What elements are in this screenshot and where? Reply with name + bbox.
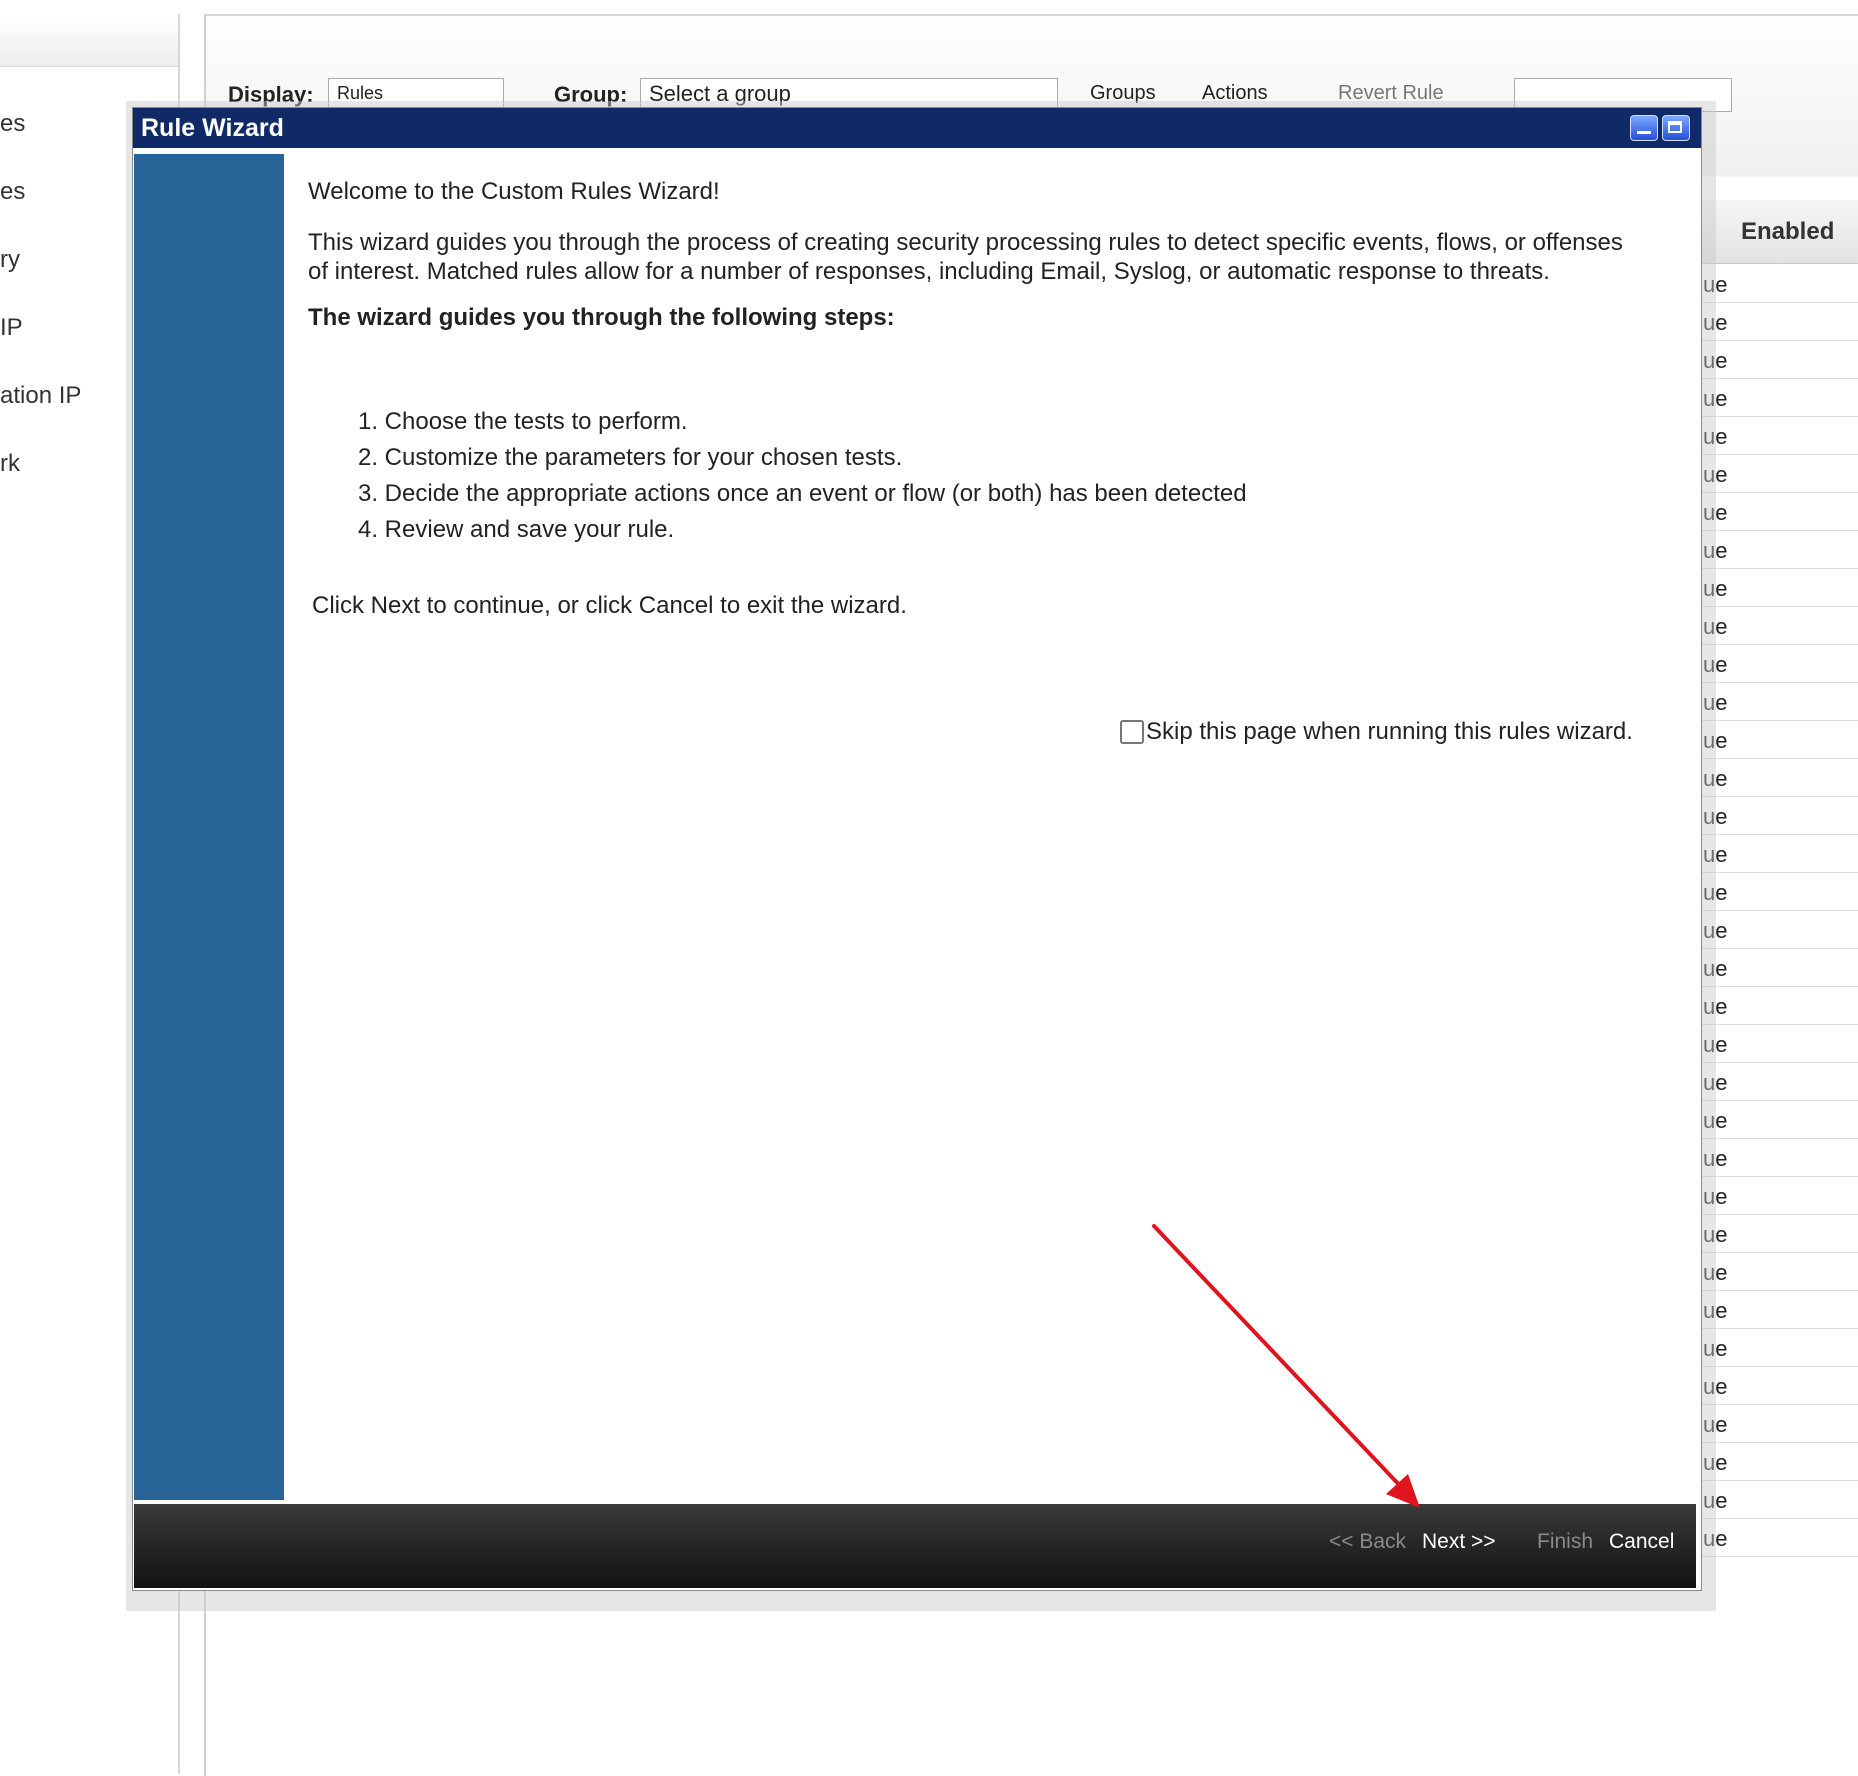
step-item: 4. Review and save your rule. — [358, 516, 675, 543]
table-row[interactable]: ue — [1701, 722, 1858, 759]
next-button[interactable]: Next >> — [1422, 1530, 1496, 1554]
maximize-icon[interactable] — [1662, 115, 1690, 141]
table-row[interactable]: ue — [1701, 1406, 1858, 1443]
finish-button[interactable]: Finish — [1537, 1530, 1593, 1554]
table-row[interactable]: ue — [1701, 798, 1858, 835]
table-row[interactable]: ue — [1701, 456, 1858, 493]
table-row[interactable]: ue — [1701, 304, 1858, 341]
background-sidebar-item[interactable]: ry — [0, 246, 20, 274]
table-row[interactable]: ue — [1701, 1140, 1858, 1177]
step-item: 2. Customize the parameters for your cho… — [358, 444, 903, 471]
steps-list: 1. Choose the tests to perform. 2. Custo… — [358, 404, 1247, 548]
table-row[interactable]: ue — [1701, 684, 1858, 721]
table-row[interactable]: ue — [1701, 1178, 1858, 1215]
enabled-column-header[interactable]: Enabled — [1701, 200, 1858, 264]
table-row[interactable]: ue — [1701, 1368, 1858, 1405]
table-row[interactable]: ue — [1701, 1254, 1858, 1291]
table-row[interactable]: ue — [1701, 1520, 1858, 1557]
cancel-button[interactable]: Cancel — [1609, 1530, 1674, 1554]
table-row[interactable]: ue — [1701, 1102, 1858, 1139]
table-row[interactable]: ue — [1701, 608, 1858, 645]
dialog-titlebar[interactable]: Rule Wizard — [133, 108, 1701, 148]
skip-page-option[interactable]: Skip this page when running this rules w… — [1120, 718, 1633, 748]
skip-page-label[interactable]: Skip this page when running this rules w… — [1146, 718, 1633, 745]
table-row[interactable]: ue — [1701, 380, 1858, 417]
table-row[interactable]: ue — [1701, 874, 1858, 911]
table-row[interactable]: ue — [1701, 836, 1858, 873]
skip-page-checkbox[interactable] — [1120, 720, 1144, 744]
background-rules-table: Enabled ue ue ue ue ue ue ue ue ue ue ue ue ue ue ue ue… — [1700, 180, 1858, 1557]
continue-instruction: Click Next to continue, or click Cancel … — [312, 592, 907, 619]
background-sidebar-item[interactable]: es — [0, 178, 25, 206]
step-item: 3. Decide the appropriate actions once a… — [358, 480, 1247, 507]
table-row[interactable]: ue — [1701, 646, 1858, 683]
table-row[interactable]: ue — [1701, 1292, 1858, 1329]
back-button[interactable]: << Back — [1329, 1530, 1406, 1554]
table-row[interactable]: ue — [1701, 494, 1858, 531]
rule-wizard-dialog: Rule Wizard Welcome to the Custom Rules … — [132, 107, 1702, 1591]
step-item: 1. Choose the tests to perform. — [358, 408, 688, 435]
background-sidebar-item[interactable]: IP — [0, 314, 23, 342]
table-row[interactable]: ue — [1701, 1444, 1858, 1481]
steps-heading: The wizard guides you through the follow… — [308, 304, 895, 331]
table-row[interactable]: ue — [1701, 418, 1858, 455]
minimize-icon[interactable] — [1630, 115, 1658, 141]
table-row[interactable]: ue — [1701, 266, 1858, 303]
table-row[interactable]: ue — [1701, 1064, 1858, 1101]
welcome-heading: Welcome to the Custom Rules Wizard! — [308, 178, 720, 205]
dialog-title: Rule Wizard — [141, 114, 284, 142]
table-row[interactable]: ue — [1701, 1482, 1858, 1519]
table-row[interactable]: ue — [1701, 342, 1858, 379]
background-sidebar-item[interactable]: rk — [0, 450, 20, 478]
background-sidebar-header — [0, 14, 178, 67]
table-row[interactable]: ue — [1701, 1216, 1858, 1253]
table-row[interactable]: ue — [1701, 760, 1858, 797]
table-row[interactable]: ue — [1701, 1026, 1858, 1063]
table-row[interactable]: ue — [1701, 988, 1858, 1025]
table-row[interactable]: ue — [1701, 950, 1858, 987]
table-row[interactable]: ue — [1701, 532, 1858, 569]
wizard-footer: << Back Next >> Finish Cancel — [134, 1504, 1696, 1588]
intro-paragraph: This wizard guides you through the proce… — [308, 229, 1623, 285]
background-sidebar-item[interactable]: es — [0, 110, 25, 138]
table-row[interactable]: ue — [1701, 570, 1858, 607]
table-row[interactable]: ue — [1701, 1330, 1858, 1367]
background-sidebar-item[interactable]: ation IP — [0, 382, 81, 410]
wizard-side-panel — [134, 154, 284, 1500]
table-row[interactable]: ue — [1701, 912, 1858, 949]
